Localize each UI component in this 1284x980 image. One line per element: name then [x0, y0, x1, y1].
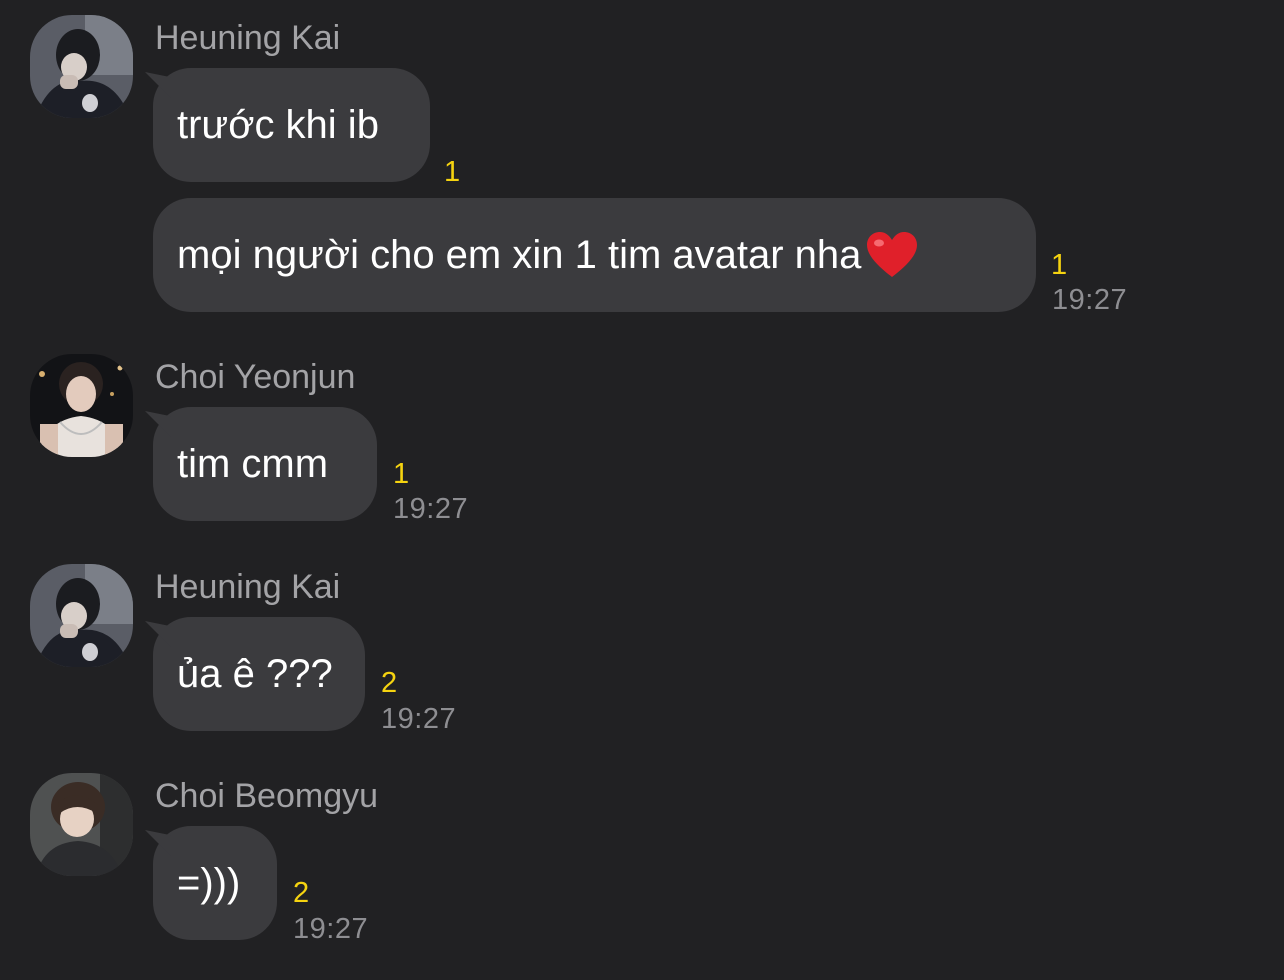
- message-text: trước khi ib: [177, 102, 379, 147]
- chat-window: Heuning Kai trước khi ib 1 mọi người cho…: [0, 0, 1284, 980]
- unread-count: 1: [393, 458, 410, 490]
- message-text: =))): [177, 860, 241, 905]
- message-timestamp: 19:27: [393, 493, 469, 525]
- avatar-choi-beomgyu[interactable]: [30, 773, 133, 876]
- message-timestamp: 19:27: [1052, 284, 1128, 316]
- unread-count: 1: [1051, 249, 1068, 281]
- avatar-photo-icon: [30, 773, 133, 876]
- avatar-heuning-kai[interactable]: [30, 15, 133, 118]
- avatar-heuning-kai[interactable]: [30, 564, 133, 667]
- avatar-photo-icon: [30, 564, 133, 667]
- message-text: tim cmm: [177, 441, 329, 486]
- sender-name: Choi Beomgyu: [155, 777, 379, 815]
- avatar-choi-yeonjun[interactable]: [30, 354, 133, 457]
- message-timestamp: 19:27: [381, 703, 457, 735]
- message-text: mọi người cho em xin 1 tim avatar nha: [177, 232, 862, 277]
- red-heart-icon: [867, 232, 918, 277]
- message-bubble[interactable]: mọi người cho em xin 1 tim avatar nha: [153, 198, 1036, 312]
- sender-name: Heuning Kai: [155, 568, 341, 606]
- avatar-photo-icon: [30, 15, 133, 118]
- unread-count: 1: [444, 156, 461, 188]
- message-timestamp: 19:27: [293, 913, 369, 945]
- message-bubble[interactable]: tim cmm: [153, 407, 377, 521]
- message-bubble[interactable]: ủa ê ???: [153, 617, 365, 731]
- message-bubble[interactable]: =))): [153, 826, 277, 940]
- sender-name: Choi Yeonjun: [155, 358, 356, 396]
- sender-name: Heuning Kai: [155, 19, 341, 57]
- avatar-photo-icon: [30, 354, 133, 457]
- unread-count: 2: [293, 877, 310, 909]
- message-bubble[interactable]: trước khi ib: [153, 68, 430, 182]
- unread-count: 2: [381, 667, 398, 699]
- message-text: ủa ê ???: [177, 651, 333, 696]
